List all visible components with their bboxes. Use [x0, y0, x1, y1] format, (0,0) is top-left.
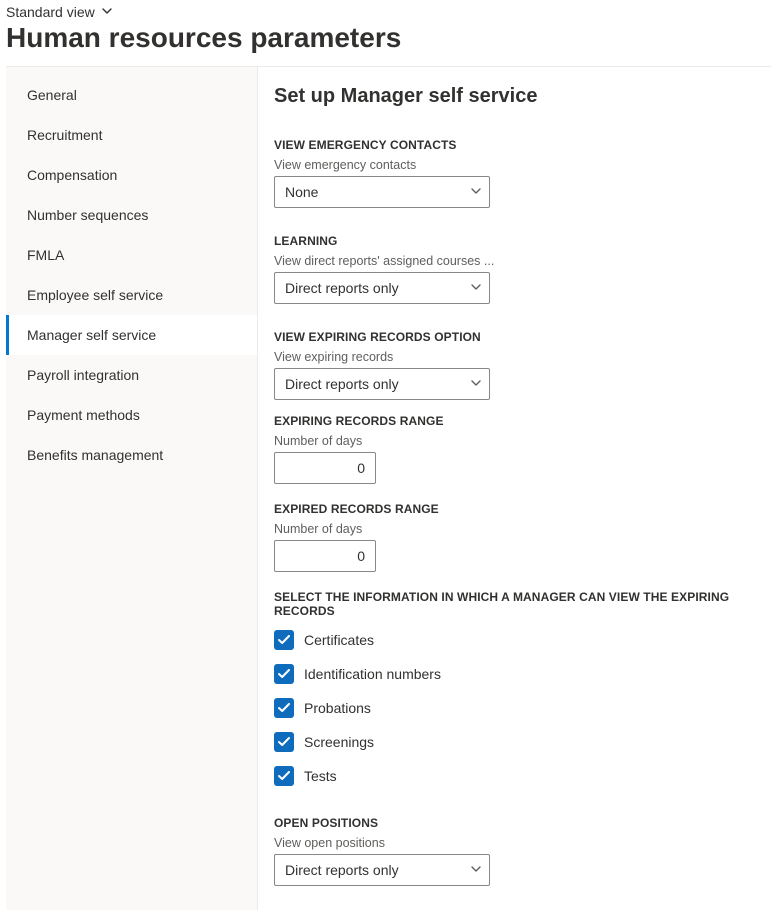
select-value: None: [285, 184, 318, 200]
label-view-emergency-contacts: View emergency contacts: [274, 158, 761, 172]
checkmark-icon: [274, 732, 294, 752]
label-direct-reports-courses: View direct reports' assigned courses ..…: [274, 254, 761, 268]
chevron-down-icon: [101, 4, 113, 20]
select-view-emergency-contacts[interactable]: None: [274, 176, 490, 208]
input-expired-days[interactable]: 0: [274, 540, 376, 572]
select-value: Direct reports only: [285, 862, 399, 878]
section-expiring-range: EXPIRING RECORDS RANGE: [274, 414, 761, 428]
sidebar-item-fmla[interactable]: FMLA: [6, 235, 257, 275]
checkbox-tests[interactable]: Tests: [274, 766, 761, 786]
main-panel: Set up Manager self service VIEW EMERGEN…: [258, 67, 771, 910]
checkbox-label: Identification numbers: [304, 666, 441, 682]
sidebar-item-number-sequences[interactable]: Number sequences: [6, 195, 257, 235]
sidebar-item-general[interactable]: General: [6, 75, 257, 115]
section-select-information: SELECT THE INFORMATION IN WHICH A MANAGE…: [274, 590, 761, 618]
select-value: Direct reports only: [285, 376, 399, 392]
sidebar-item-payroll-integration[interactable]: Payroll integration: [6, 355, 257, 395]
checkmark-icon: [274, 698, 294, 718]
checkbox-label: Probations: [304, 700, 371, 716]
checkbox-label: Certificates: [304, 632, 374, 648]
section-expired-range: EXPIRED RECORDS RANGE: [274, 502, 761, 516]
sidebar: General Recruitment Compensation Number …: [6, 67, 258, 910]
input-value: 0: [357, 548, 365, 564]
label-expiring-days: Number of days: [274, 434, 761, 448]
checkbox-probations[interactable]: Probations: [274, 698, 761, 718]
checkbox-label: Tests: [304, 768, 337, 784]
checkmark-icon: [274, 664, 294, 684]
sidebar-item-recruitment[interactable]: Recruitment: [6, 115, 257, 155]
view-switcher[interactable]: Standard view: [6, 4, 113, 20]
view-switcher-label: Standard view: [6, 4, 95, 20]
sidebar-item-employee-self-service[interactable]: Employee self service: [6, 275, 257, 315]
input-value: 0: [357, 460, 365, 476]
label-expired-days: Number of days: [274, 522, 761, 536]
panel-title: Set up Manager self service: [274, 85, 761, 108]
sidebar-item-compensation[interactable]: Compensation: [6, 155, 257, 195]
checkbox-screenings[interactable]: Screenings: [274, 732, 761, 752]
select-view-open-positions[interactable]: Direct reports only: [274, 854, 490, 886]
section-learning: LEARNING: [274, 234, 761, 248]
checkmark-icon: [274, 630, 294, 650]
sidebar-item-benefits-management[interactable]: Benefits management: [6, 435, 257, 475]
checkbox-certificates[interactable]: Certificates: [274, 630, 761, 650]
label-view-expiring-records: View expiring records: [274, 350, 761, 364]
sidebar-item-payment-methods[interactable]: Payment methods: [6, 395, 257, 435]
checkbox-identification-numbers[interactable]: Identification numbers: [274, 664, 761, 684]
checkmark-icon: [274, 766, 294, 786]
select-value: Direct reports only: [285, 280, 399, 296]
label-view-open-positions: View open positions: [274, 836, 761, 850]
section-emergency-contacts: VIEW EMERGENCY CONTACTS: [274, 138, 761, 152]
checkbox-label: Screenings: [304, 734, 374, 750]
page-title: Human resources parameters: [0, 20, 777, 66]
sidebar-item-manager-self-service[interactable]: Manager self service: [6, 315, 257, 355]
select-view-expiring-records[interactable]: Direct reports only: [274, 368, 490, 400]
section-open-positions: OPEN POSITIONS: [274, 816, 761, 830]
select-direct-reports-courses[interactable]: Direct reports only: [274, 272, 490, 304]
input-expiring-days[interactable]: 0: [274, 452, 376, 484]
section-expiring-option: VIEW EXPIRING RECORDS OPTION: [274, 330, 761, 344]
